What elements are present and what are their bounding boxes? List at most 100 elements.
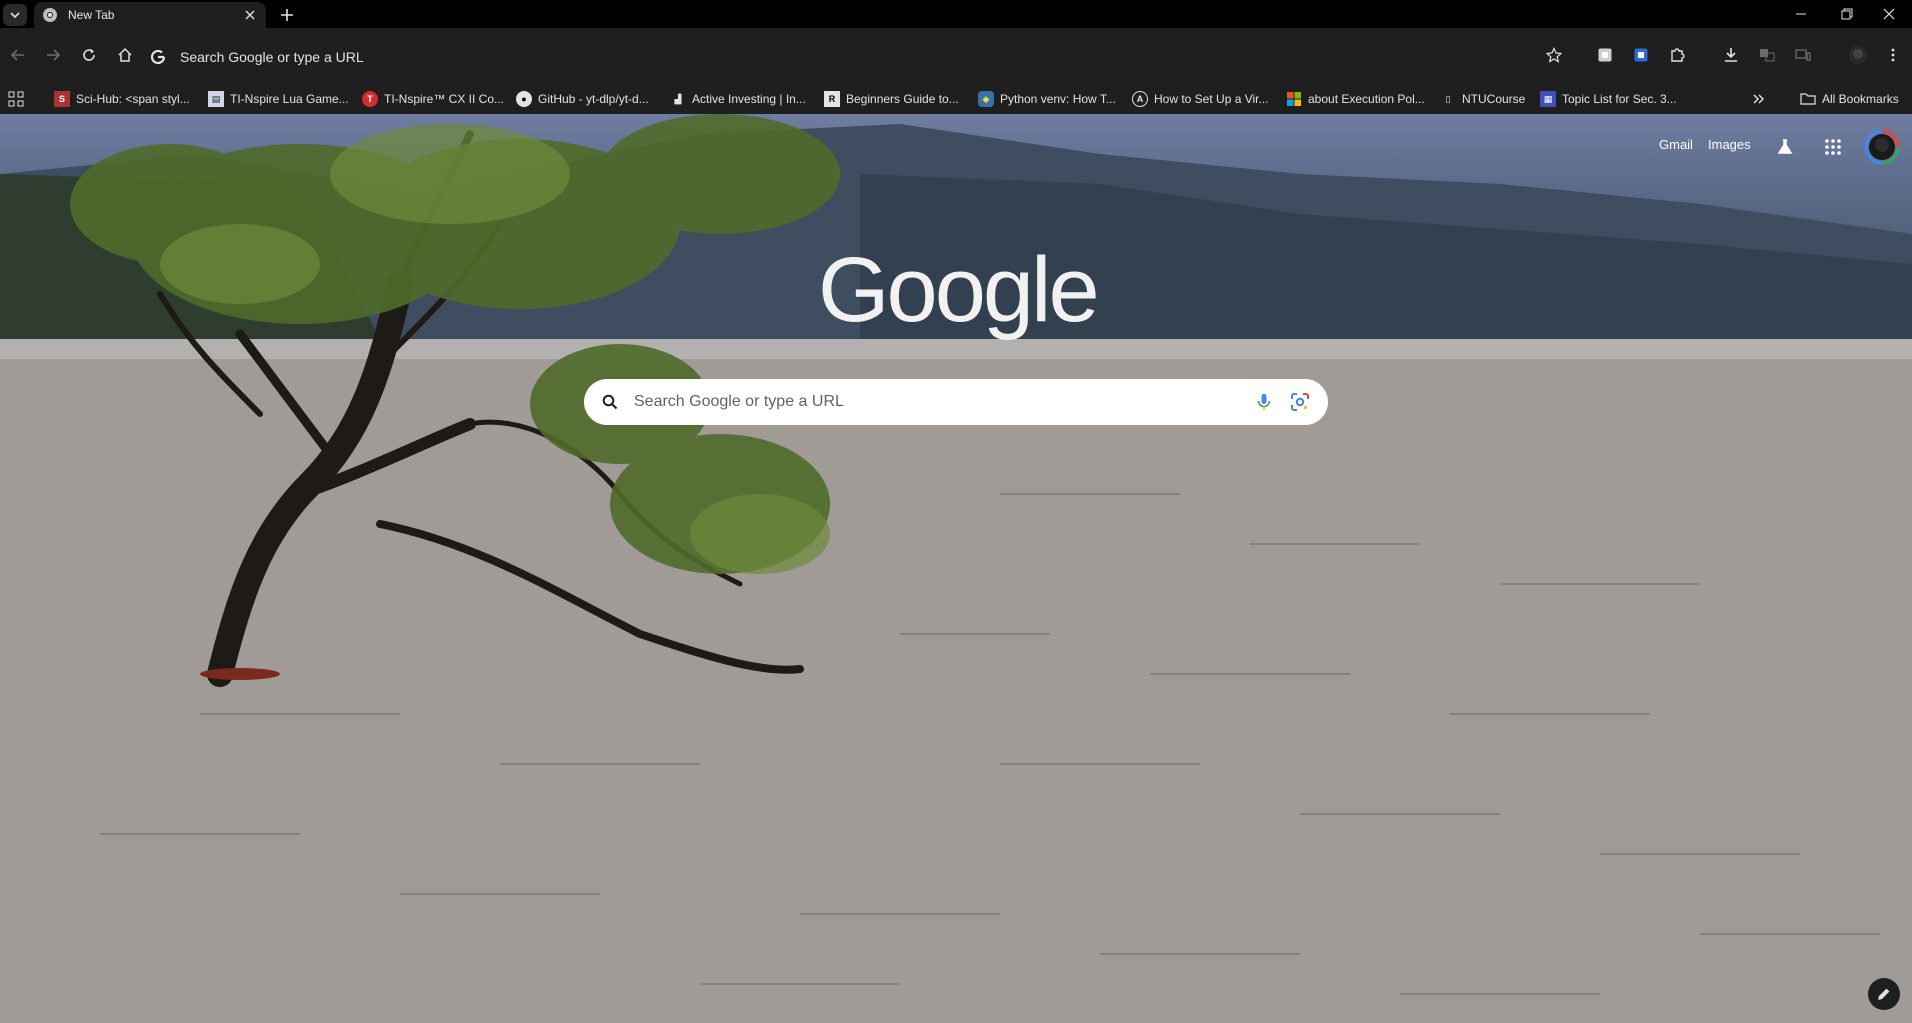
- ntu-icon: ▯: [1445, 93, 1451, 104]
- bookmark-label: TI-Nspire Lua Game...: [230, 92, 349, 106]
- bookmark-label: NTUCourse: [1462, 92, 1526, 106]
- bookmark-item[interactable]: T TI-Nspire™ CX II Co...: [362, 84, 504, 114]
- tab-strip: New Tab: [0, 0, 1912, 28]
- github-icon: ●: [516, 91, 532, 107]
- python-icon: ◆: [978, 91, 994, 107]
- search-box[interactable]: Search Google or type a URL: [584, 379, 1328, 425]
- bookmark-label: How to Set Up a Vir...: [1154, 92, 1269, 106]
- close-icon: [245, 10, 255, 20]
- forward-arrow-icon: [47, 49, 61, 61]
- download-icon: [1725, 48, 1737, 62]
- bookmark-label: Topic List for Sec. 3...: [1562, 92, 1677, 106]
- shield-extension-icon: [1634, 48, 1648, 62]
- bookmark-item[interactable]: ▤ TI-Nspire Lua Game...: [208, 84, 349, 114]
- puzzle-icon: [1671, 48, 1685, 62]
- pencil-icon: [1878, 988, 1890, 1000]
- bookmark-item[interactable]: A How to Set Up a Vir...: [1132, 84, 1269, 114]
- voice-search-button[interactable]: [1252, 390, 1276, 414]
- microsoft-icon: [1287, 92, 1301, 106]
- tab-search-button[interactable]: [3, 4, 27, 26]
- apps-button[interactable]: [8, 84, 24, 114]
- bookmark-label: Python venv: How T...: [1000, 92, 1116, 106]
- tab-close-button[interactable]: [242, 7, 258, 23]
- omnibox[interactable]: Search Google or type a URL: [150, 43, 1530, 71]
- flask-icon: [1777, 139, 1793, 154]
- google-g-icon: [150, 49, 166, 65]
- forward-button[interactable]: [41, 43, 65, 67]
- bookmark-label: about Execution Pol...: [1308, 92, 1425, 106]
- gmail-link[interactable]: Gmail: [1659, 137, 1693, 152]
- minimize-icon: [1796, 13, 1806, 15]
- lens-search-button[interactable]: [1288, 390, 1312, 414]
- star-icon: [1546, 47, 1562, 63]
- bookmark-item[interactable]: ▟ Active Investing | In...: [670, 84, 806, 114]
- profile-button[interactable]: [1847, 44, 1869, 66]
- avatar: [1864, 129, 1900, 165]
- chart-icon: ▟: [674, 93, 682, 104]
- labs-button[interactable]: [1774, 136, 1796, 158]
- a-icon: A: [1132, 91, 1148, 107]
- menu-button[interactable]: [1882, 44, 1904, 66]
- omnibox-text: Search Google or type a URL: [180, 49, 364, 65]
- google-logo: Google: [818, 239, 1100, 341]
- downloads-button[interactable]: [1720, 44, 1742, 66]
- translate-icon: [1760, 49, 1775, 62]
- plus-icon: [281, 9, 293, 21]
- all-bookmarks-button[interactable]: All Bookmarks: [1800, 84, 1899, 114]
- bookmark-label: TI-Nspire™ CX II Co...: [384, 92, 505, 106]
- bookmark-item[interactable]: about Execution Pol...: [1286, 84, 1425, 114]
- reload-icon: [83, 49, 95, 61]
- home-button[interactable]: [113, 43, 137, 67]
- apps-grid-icon: [8, 91, 24, 107]
- home-icon: [118, 47, 132, 62]
- scihub-icon: S: [54, 91, 70, 107]
- extension-1-button[interactable]: [1594, 44, 1616, 66]
- restore-button[interactable]: [1824, 0, 1870, 28]
- microphone-icon: [1257, 394, 1271, 410]
- bookmark-label: Beginners Guide to...: [846, 92, 959, 106]
- chrome-icon: [43, 8, 57, 22]
- bookmark-item[interactable]: ▦ Topic List for Sec. 3...: [1540, 84, 1677, 114]
- avatar: [1849, 46, 1867, 64]
- back-button[interactable]: [6, 43, 30, 67]
- search-input[interactable]: Search Google or type a URL: [634, 393, 1240, 411]
- all-bookmarks-label: All Bookmarks: [1822, 92, 1899, 106]
- reload-button[interactable]: [77, 43, 101, 67]
- restore-icon: [1841, 8, 1853, 20]
- images-link[interactable]: Images: [1708, 137, 1751, 152]
- new-tab-button[interactable]: [276, 4, 298, 26]
- extensions-button[interactable]: [1666, 44, 1688, 66]
- google-apps-button[interactable]: [1822, 136, 1844, 158]
- bookmark-item[interactable]: ● GitHub - yt-dlp/yt-d...: [516, 84, 649, 114]
- calendar-icon: ▦: [1540, 91, 1556, 107]
- bookmark-label: Active Investing | In...: [692, 92, 806, 106]
- double-chevron-right-icon: [1753, 94, 1764, 104]
- bookmarks-overflow-button[interactable]: [1752, 84, 1766, 114]
- close-window-button[interactable]: [1866, 0, 1912, 28]
- tab-title: New Tab: [68, 8, 115, 22]
- customize-chrome-button[interactable]: [1868, 978, 1900, 1010]
- bookmark-item[interactable]: S Sci-Hub: <span styl...: [54, 84, 190, 114]
- tab-new-tab[interactable]: New Tab: [34, 2, 266, 28]
- minimize-button[interactable]: [1778, 0, 1824, 28]
- close-icon: [1883, 8, 1895, 20]
- bookmark-item[interactable]: ▯ NTUCourse: [1440, 84, 1526, 114]
- bookmark-icon: R: [824, 91, 840, 107]
- chevron-down-icon: [10, 12, 20, 19]
- bookmark-label: GitHub - yt-dlp/yt-d...: [538, 92, 649, 106]
- bookmark-label: Sci-Hub: <span styl...: [76, 92, 190, 106]
- bookmark-item[interactable]: R Beginners Guide to...: [824, 84, 959, 114]
- extension-2-button[interactable]: [1630, 44, 1652, 66]
- ti-icon: T: [362, 91, 378, 107]
- bookmark-star-button[interactable]: [1543, 44, 1565, 66]
- bookmark-item[interactable]: ◆ Python venv: How T...: [978, 84, 1116, 114]
- more-vert-icon: [1891, 48, 1895, 62]
- folder-icon: [1800, 93, 1816, 105]
- apps-grid-icon: [1825, 139, 1841, 155]
- translate-button[interactable]: [1756, 44, 1778, 66]
- doc-icon: ▤: [208, 91, 224, 107]
- search-icon: [602, 394, 618, 410]
- account-avatar-button[interactable]: [1863, 128, 1901, 166]
- devices-icon: [1795, 49, 1811, 61]
- cast-button[interactable]: [1792, 44, 1814, 66]
